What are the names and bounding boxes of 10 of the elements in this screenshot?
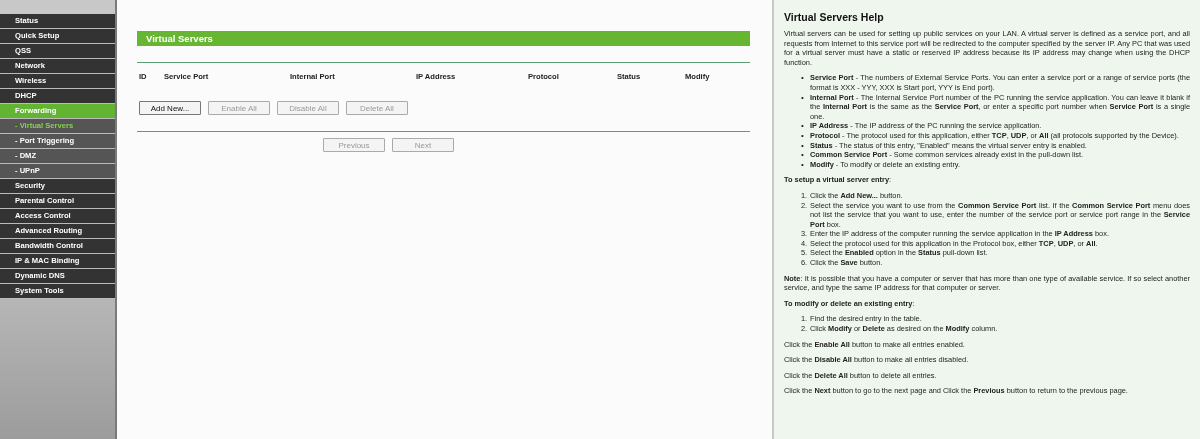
list-marker: • [801,130,805,141]
list-marker: • [801,92,805,103]
list-marker: • [801,73,805,83]
list-marker: • [801,159,805,170]
list-marker: • [801,150,805,160]
help-title: Virtual Servers Help [784,10,885,24]
action-button[interactable]: Add New... [139,101,201,115]
section-title: Virtual Servers [137,31,750,46]
list-marker: • [801,140,805,151]
list-marker: • [801,121,805,131]
